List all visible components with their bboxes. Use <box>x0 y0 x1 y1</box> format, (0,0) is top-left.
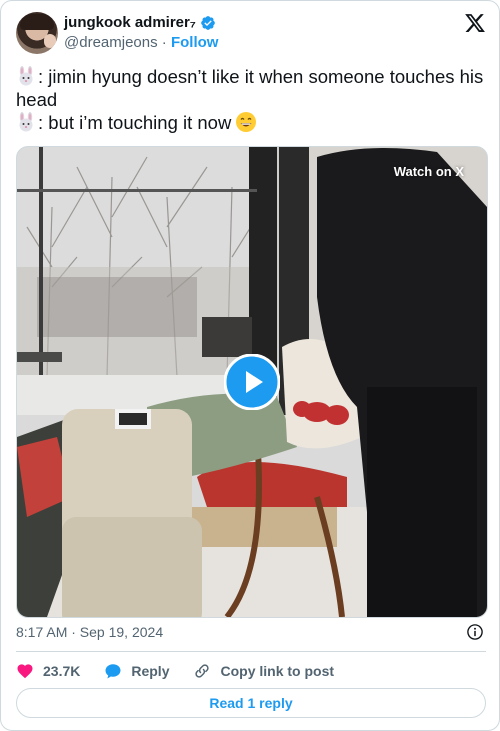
info-icon[interactable] <box>466 623 484 641</box>
reply-label: Reply <box>131 663 170 679</box>
rabbit-emoji-icon <box>19 66 33 86</box>
read-replies-button[interactable]: Read 1 reply <box>16 688 486 718</box>
reply-bubble-icon <box>105 664 121 679</box>
tweet-header: jungkook admirer₇ @dreamjeons · Follow <box>16 12 486 56</box>
verified-badge-icon <box>201 16 215 30</box>
copy-link-action[interactable]: Copy link to post <box>193 662 334 680</box>
display-name[interactable]: jungkook admirer₇ <box>64 14 196 32</box>
handle[interactable]: @dreamjeons <box>64 34 158 51</box>
tweet-line-1-text: : jimin hyung doesn’t like it when someo… <box>16 66 484 110</box>
x-logo-icon[interactable] <box>464 12 486 34</box>
play-icon[interactable] <box>224 354 280 410</box>
follow-button[interactable]: Follow <box>171 34 219 51</box>
like-count: 23.7K <box>43 663 81 679</box>
grin-emoji-icon <box>236 112 257 132</box>
reply-action[interactable]: Reply <box>104 662 169 680</box>
read-replies-label: Read 1 reply <box>209 695 293 711</box>
tweet-line-2: : but i’m touching it now <box>16 111 486 134</box>
tweet-line-1: : jimin hyung doesn’t like it when someo… <box>16 65 486 111</box>
watch-on-x-label[interactable]: Watch on X <box>394 164 464 179</box>
tweet-text: : jimin hyung doesn’t like it when someo… <box>16 65 486 134</box>
divider <box>16 651 486 652</box>
tweet-card: jungkook admirer₇ @dreamjeons · Follow:… <box>0 0 500 731</box>
handle-row: @dreamjeons · Follow <box>64 33 218 52</box>
avatar[interactable] <box>16 12 58 54</box>
heart-icon <box>17 664 33 679</box>
timestamp[interactable]: 8:17 AM · Sep 19, 2024 <box>16 624 163 640</box>
video-media[interactable]: Watch on X <box>16 146 488 618</box>
like-action[interactable]: 23.7K <box>16 662 80 680</box>
tweet-line-2-text: : but i’m touching it now <box>38 112 232 133</box>
display-name-row[interactable]: jungkook admirer₇ <box>64 14 218 32</box>
author-info: jungkook admirer₇ @dreamjeons · Follow <box>64 14 218 52</box>
rabbit-emoji-icon <box>19 112 33 132</box>
separator: · <box>161 34 167 51</box>
link-icon <box>195 664 210 678</box>
action-bar: 23.7K Reply Copy link to post <box>16 661 486 681</box>
copy-link-label: Copy link to post <box>220 663 335 679</box>
